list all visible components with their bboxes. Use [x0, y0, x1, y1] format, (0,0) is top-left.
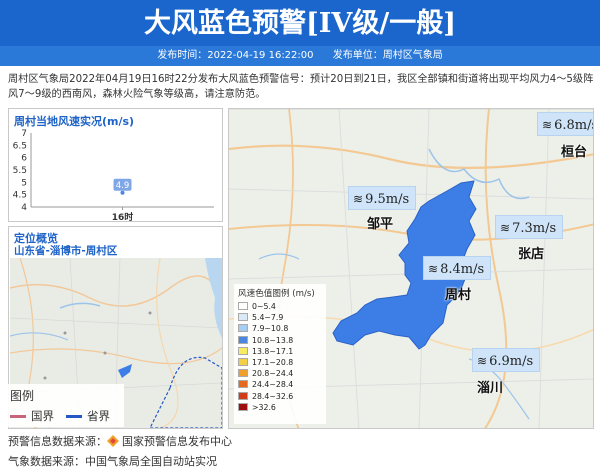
y-tick-label: 5 [21, 178, 27, 188]
warning-source-label: 预警信息数据来源： [8, 435, 107, 448]
x-tick-label: 16时 [112, 211, 134, 221]
legend-item-national-border: 国界 [10, 408, 54, 424]
wind-icon: ≋ [477, 354, 488, 368]
wind-icon: ≋ [500, 221, 511, 235]
city-label-zichuan: 淄川 [477, 381, 504, 396]
weather-source-line: 气象数据来源：中国气象局全国自动站实况 [8, 455, 217, 468]
y-tick-label: 5.5 [13, 166, 27, 176]
wind-value: 6.9m/s [489, 354, 534, 369]
warning-description: 周村区气象局2022年04月19日16时22分发布大风蓝色预警信号：预计20日到… [8, 74, 594, 100]
city-label-huantai: 桓台 [561, 145, 588, 160]
header-banner: 大风蓝色预警[IV级/一般] 发布时间：2022-04-19 16:22:00 … [0, 0, 600, 66]
warning-source-line: 预警信息数据来源： 国家预警信息发布中心 [8, 433, 232, 449]
wind-legend-label: 17.1~20.8 [252, 357, 294, 367]
y-tick-label: 7 [21, 129, 27, 139]
wind-speed-chart: 7 6.5 6 5.5 5 4.5 4 16时 4.9 [13, 129, 214, 221]
wind-legend-swatch [238, 391, 248, 400]
publish-time: 发布时间：2022-04-19 16:22:00 [157, 50, 314, 61]
main-wind-map[interactable]: ≋ 6.8m/s ≋ 9.5m/s ≋ 7.3m/s ≋ 8.4m/s ≋ 6.9m/s … [228, 108, 594, 429]
wind-legend-label: >32.6 [252, 402, 276, 412]
wind-label-zhangdian: ≋ 7.3m/s [495, 215, 564, 239]
wind-legend-item: 28.4~32.6 [234, 391, 326, 402]
legend-item-provincial-border: 省界 [66, 408, 110, 424]
wind-icon: ≋ [542, 118, 553, 132]
wind-legend-swatch [238, 302, 248, 310]
wind-label-zichuan: ≋ 6.9m/s [472, 348, 541, 372]
wind-legend-label: 24.4~28.4 [252, 380, 294, 390]
location-path: 山东省-淄博市-周村区 [14, 245, 118, 257]
wind-legend-item: >32.6 [234, 402, 326, 413]
warning-center-logo-icon [107, 435, 119, 447]
data-point [120, 190, 125, 195]
wind-legend-swatch [238, 380, 248, 389]
wind-speed-title: 周村当地风速实况(m/s) [14, 115, 135, 128]
wind-legend-item: 17.1~20.8 [234, 357, 326, 368]
wind-color-legend: 风速色值图例 (m/s) 0~5.4 5.4~7.9 7.9~10.8 10.8~13… [234, 284, 326, 424]
wind-legend-label: 0~5.4 [252, 302, 276, 311]
wind-legend-label: 7.9~10.8 [252, 324, 289, 334]
wind-legend-item: 10.8~13.8 [234, 335, 326, 346]
wind-value: 6.8m/s [554, 118, 594, 133]
city-label-zouping: 邹平 [367, 217, 394, 232]
overview-legend: 图例 国界 省界 [4, 384, 124, 427]
wind-legend-swatch [238, 357, 248, 366]
wind-label-zhoucun: ≋ 8.4m/s [423, 256, 492, 280]
wind-legend-label: 20.8~24.4 [252, 369, 294, 379]
wind-legend-item: 24.4~28.4 [234, 379, 326, 390]
wind-value: 8.4m/s [440, 262, 485, 277]
wind-legend-swatch [238, 369, 248, 378]
wind-legend-item: 20.8~24.4 [234, 368, 326, 379]
y-tick-label: 4 [21, 203, 27, 213]
wind-value: 9.5m/s [365, 192, 410, 207]
wind-label-huantai: ≋ 6.8m/s [537, 112, 594, 136]
wind-speed-panel: 周村当地风速实况(m/s) 7 6.5 6 5.5 5 4.5 4 16时 4.9 [8, 108, 223, 222]
y-tick-label: 4.5 [13, 191, 27, 201]
wind-icon: ≋ [428, 262, 439, 276]
wind-value: 7.3m/s [512, 221, 557, 236]
wind-legend-item: 7.9~10.8 [234, 323, 326, 334]
wind-legend-label: 28.4~32.6 [252, 391, 294, 401]
warning-source-name: 国家预警信息发布中心 [122, 435, 232, 448]
wind-legend-item: 5.4~7.9 [234, 312, 326, 323]
warning-meta-bar: 发布时间：2022-04-19 16:22:00 发布单位：周村区气象局 [0, 46, 600, 66]
wind-legend-rows: 0~5.4 5.4~7.9 7.9~10.8 10.8~13.8 13.8~17.1 17… [234, 301, 326, 413]
wind-legend-swatch [238, 346, 248, 355]
national-border-label: 国界 [31, 409, 54, 423]
publisher: 发布单位：周村区气象局 [332, 50, 443, 61]
wind-legend-label: 13.8~17.1 [252, 346, 294, 356]
wind-legend-swatch [238, 324, 248, 333]
wind-legend-swatch [238, 402, 248, 411]
wind-legend-item: 13.8~17.1 [234, 346, 326, 357]
y-tick-label: 6 [21, 154, 27, 164]
wind-legend-swatch [238, 313, 248, 322]
provincial-border-label: 省界 [87, 409, 110, 423]
data-label: 4.9 [116, 181, 130, 191]
wind-icon: ≋ [353, 192, 364, 206]
wind-legend-item: 0~5.4 [234, 301, 326, 312]
overview-legend-title: 图例 [10, 389, 35, 403]
y-tick-label: 6.5 [13, 141, 27, 151]
city-label-zhangdian: 张店 [518, 247, 545, 262]
provincial-border-swatch [66, 415, 82, 418]
wind-legend-swatch [238, 335, 248, 344]
city-label-zhoucun: 周村 [445, 288, 472, 303]
wind-legend-label: 10.8~13.8 [252, 335, 294, 345]
wind-legend-title: 风速色值图例 (m/s) [238, 289, 315, 299]
page-title: 大风蓝色预警[IV级/一般] [144, 8, 456, 39]
wind-label-zouping: ≋ 9.5m/s [348, 186, 417, 210]
wind-legend-label: 5.4~7.9 [252, 313, 284, 323]
national-border-swatch [10, 415, 26, 418]
